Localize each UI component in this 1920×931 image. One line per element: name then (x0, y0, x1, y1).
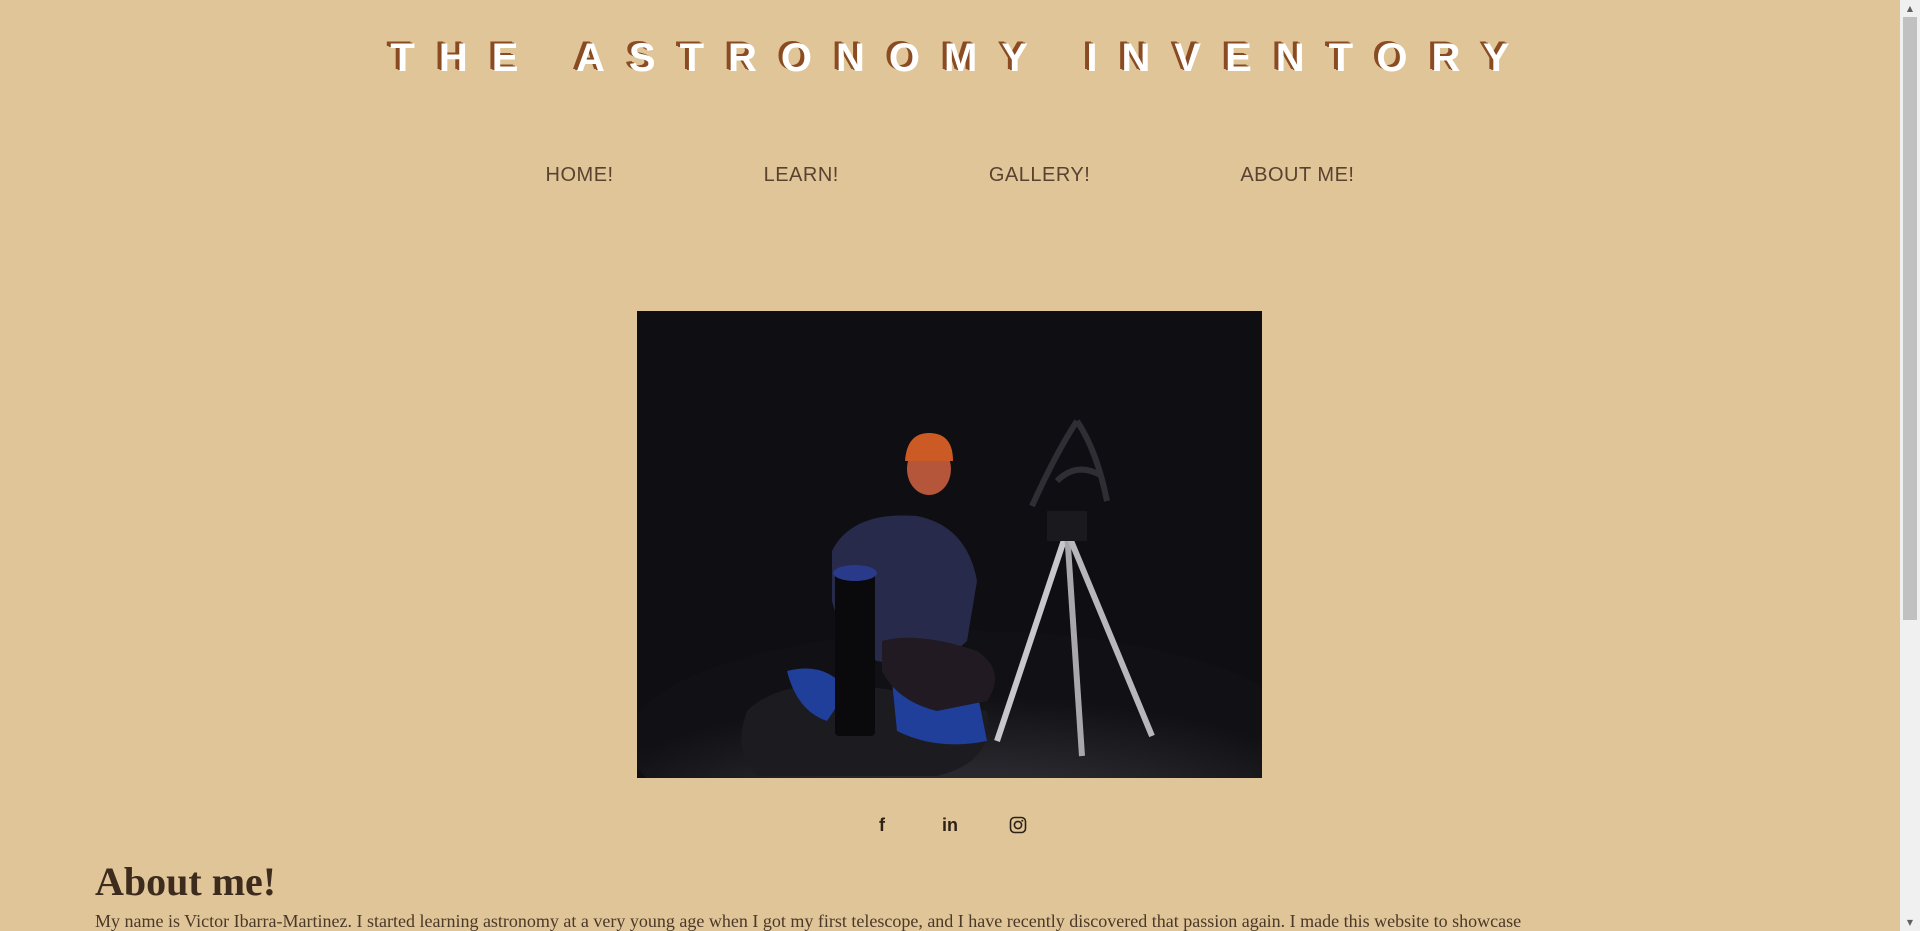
instagram-icon[interactable] (1007, 814, 1029, 836)
main-nav: HOME! LEARN! GALLERY! ABOUT ME! (0, 164, 1900, 187)
social-links: f in (0, 814, 1900, 836)
nav-learn[interactable]: LEARN! (764, 164, 839, 187)
facebook-icon[interactable]: f (871, 814, 893, 836)
vertical-scrollbar[interactable]: ▲ ▼ (1900, 0, 1920, 931)
instagram-glyph (1009, 816, 1027, 834)
scroll-down-arrow-icon[interactable]: ▼ (1900, 914, 1920, 931)
nav-about-me[interactable]: ABOUT ME! (1240, 164, 1354, 187)
scroll-up-arrow-icon[interactable]: ▲ (1900, 0, 1920, 17)
nav-gallery[interactable]: GALLERY! (989, 164, 1090, 187)
astronomer-with-telescopes-image (637, 311, 1262, 778)
nav-home[interactable]: HOME! (546, 164, 614, 187)
about-heading: About me! (95, 859, 277, 904)
scroll-thumb[interactable] (1903, 17, 1917, 620)
linkedin-icon[interactable]: in (939, 814, 961, 836)
site-title: THE ASTRONOMY INVENTORY (390, 36, 1534, 80)
hero-photo (637, 311, 1262, 778)
about-paragraph: My name is Victor Ibarra-Martinez. I sta… (95, 911, 1522, 931)
